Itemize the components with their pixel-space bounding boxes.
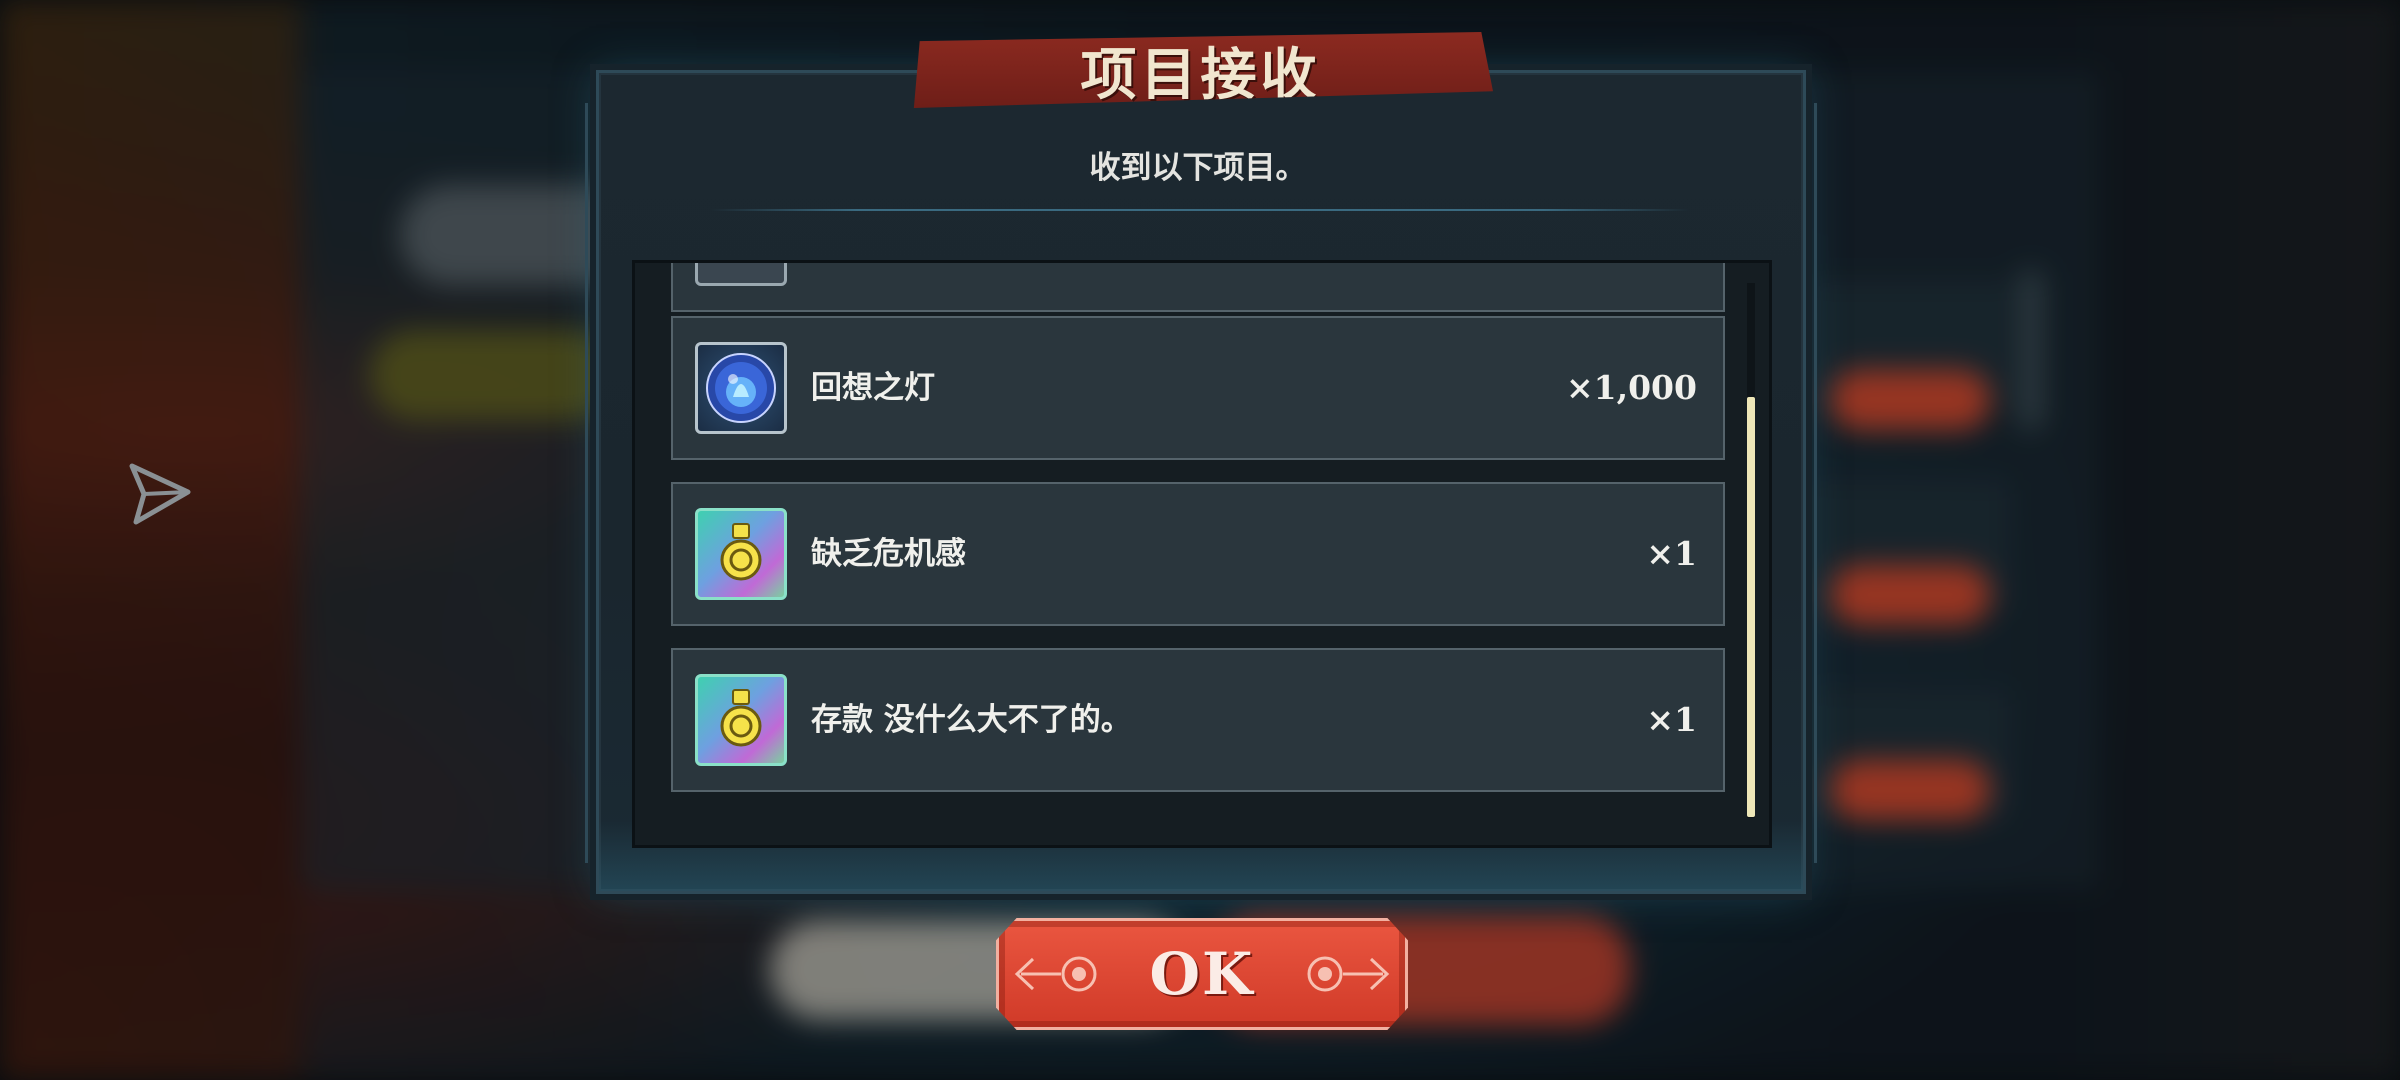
item-name: 存款 没什么大不了的。 [811, 702, 1132, 738]
ornament-right-icon [1307, 956, 1390, 992]
lamp-orb-icon [695, 342, 787, 434]
list-item: 存款 没什么大不了的。 ×1 [671, 648, 1725, 792]
item-name: 回想之灯 [811, 370, 935, 406]
item-quantity: ×1,000 [1566, 368, 1697, 407]
list-item: 缺乏危机感 ×1 [671, 482, 1725, 626]
divider [710, 209, 1690, 211]
game-screen: 项目接收 收到以下项目。 回想之灯 ×1,000 缺乏危机感 ×1 存款 没什么… [0, 0, 2400, 1080]
list-item-partial [671, 263, 1725, 312]
item-list[interactable]: 回想之灯 ×1,000 缺乏危机感 ×1 存款 没什么大不了的。 ×1 [632, 260, 1772, 848]
item-quantity: ×1 [1646, 700, 1697, 739]
ornament-left-icon [1014, 956, 1097, 992]
share-icon[interactable] [124, 458, 194, 528]
ok-button[interactable]: OK [996, 918, 1408, 1030]
list-item: 回想之灯 ×1,000 [671, 316, 1725, 460]
ok-button-label: OK [1149, 940, 1255, 1008]
item-name: 缺乏危机感 [811, 536, 966, 572]
scrollbar-thumb[interactable] [1747, 397, 1755, 817]
item-quantity: ×1 [1646, 534, 1697, 573]
medal-icon [695, 674, 787, 766]
dialog-subtitle: 收到以下项目。 [1089, 150, 1307, 186]
medal-icon [695, 508, 787, 600]
item-icon [695, 263, 787, 286]
